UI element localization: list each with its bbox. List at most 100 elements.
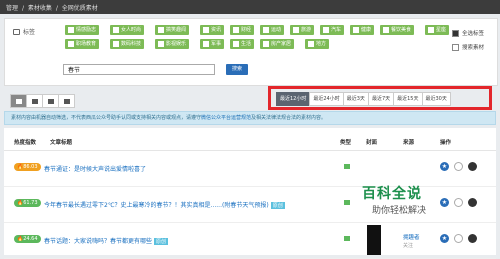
checkbox-icon: [68, 41, 74, 47]
tag-label: 女人时尚: [121, 27, 142, 33]
image-type-icon: [344, 164, 350, 169]
image-icon: [47, 98, 54, 104]
tag-checkbox[interactable]: 数码科技: [110, 39, 145, 49]
checkbox-icon: [452, 43, 459, 51]
original-badge: 原创: [270, 202, 285, 209]
checkbox-icon: [263, 27, 269, 33]
row-actions: ★: [440, 234, 477, 243]
tag-checkbox[interactable]: 房产家居: [260, 39, 295, 49]
score-badge: 🔥61.73: [14, 199, 41, 207]
tag-label: 情感励志: [76, 27, 97, 33]
original-badge: 原创: [154, 238, 169, 245]
notice-text: 素材内容由机器自动筛选，不代表西瓜公众号助手认同或支持相关内容或观点，请遵守: [11, 115, 202, 121]
checkbox-icon: [113, 27, 119, 33]
tag-label: 资讯: [211, 27, 222, 33]
tag-checkbox[interactable]: 健康: [350, 25, 375, 35]
col-header-score: 热度指数: [14, 140, 37, 146]
tags-label: 标签: [23, 29, 36, 36]
tag-label: 汽车: [331, 27, 342, 33]
tag-checkbox[interactable]: 女人时尚: [110, 25, 145, 35]
watermark-main: 百科全说: [362, 186, 422, 202]
tag-checkbox[interactable]: 生活: [230, 39, 255, 49]
tag-label: 餐饮美食: [391, 27, 412, 33]
keyword-input[interactable]: 春节: [63, 64, 215, 75]
score-badge: 🔥24.64: [14, 235, 41, 243]
favorite-icon[interactable]: ★: [440, 234, 449, 243]
favorite-icon[interactable]: ★: [440, 162, 449, 171]
table-row: 🔥24.64 春节话题：大家说嗨吗？春节都更有哪些 原创 拥趣者 关注 ★: [4, 222, 496, 259]
tag-checkbox[interactable]: 地方: [305, 39, 330, 49]
tag-label: 影视娱乐: [166, 41, 187, 47]
article-table: 热度指数 文章标题 类型 封面 来源 操作 🔥86.03 春节通证：是时候大声说…: [4, 128, 496, 259]
block-icon[interactable]: [454, 234, 463, 243]
tag-icon: [13, 28, 20, 35]
checkbox-icon: [263, 41, 269, 47]
list-icon: [15, 98, 22, 104]
source-follow[interactable]: 关注: [403, 242, 413, 249]
block-icon[interactable]: [454, 162, 463, 171]
article-title-link[interactable]: 今年春节最长遇过零下2℃？史上最寒冷的春节？！其实真相是......(附春节天气…: [44, 200, 285, 209]
checkbox-icon: [452, 29, 459, 37]
tag-label: 数码科技: [121, 41, 142, 47]
article-title-link[interactable]: 春节话题：大家说嗨吗？春节都更有哪些 原创: [44, 236, 169, 245]
tag-checkbox[interactable]: 搞笑趣闻: [155, 25, 190, 35]
favorite-icon[interactable]: ★: [440, 198, 449, 207]
tag-checkbox[interactable]: 军事: [200, 39, 225, 49]
select-all-checkbox[interactable]: 全选标签: [452, 29, 484, 37]
col-header-type: 类型: [340, 140, 352, 146]
tag-checkbox[interactable]: 汽车: [320, 25, 345, 35]
tag-checkbox[interactable]: 情感励志: [65, 25, 100, 35]
checkbox-icon: [158, 41, 164, 47]
checkbox-icon: [293, 27, 299, 33]
source-name[interactable]: 拥趣者: [403, 233, 420, 241]
tag-checkbox[interactable]: 职场教育: [65, 39, 100, 49]
tag-checkbox[interactable]: 餐饮美食: [380, 25, 415, 35]
checkbox-icon: [203, 41, 209, 47]
article-title-link[interactable]: 春节通证：是时候大声说出爱情啦喜了: [44, 164, 146, 173]
image-view-tab[interactable]: [42, 94, 59, 108]
row-actions: ★: [440, 198, 477, 207]
checkbox-icon: [233, 41, 239, 47]
notice-bar: 素材内容由机器自动筛选，不代表西瓜公众号助手认同或支持相关内容或观点，请遵守微信…: [4, 111, 496, 125]
tag-checkbox[interactable]: 旅游: [290, 25, 315, 35]
checkbox-icon: [203, 27, 209, 33]
comment-icon[interactable]: [468, 162, 477, 171]
document-view-tab[interactable]: [26, 94, 43, 108]
tag-label: 旅游: [301, 27, 312, 33]
score-badge: 🔥86.03: [14, 163, 41, 171]
video-icon: [63, 98, 70, 104]
search-button[interactable]: 搜索: [226, 64, 248, 75]
checkbox-icon: [383, 27, 389, 33]
row-actions: ★: [440, 162, 477, 171]
notice-link[interactable]: 微信公众平台运营规范: [201, 115, 251, 121]
search-material-option[interactable]: 搜索素材: [452, 43, 484, 51]
tag-label: 星座: [436, 27, 447, 33]
tag-label: 职场教育: [76, 41, 97, 47]
list-view-tab[interactable]: [10, 94, 27, 108]
filter-panel: 标签 情感励志 女人时尚 搞笑趣闻 资讯 财经 运动 旅游 汽车 健康 餐饮美食 星座职场教育 数码科…: [4, 18, 498, 86]
tag-checkbox[interactable]: 运动: [260, 25, 285, 35]
breadcrumb-separator: /: [55, 5, 58, 12]
checkbox-icon: [428, 27, 434, 33]
video-view-tab[interactable]: [58, 94, 75, 108]
tag-checkbox[interactable]: 星座: [425, 25, 450, 35]
table-row: 🔥86.03 春节通证：是时候大声说出爱情啦喜了 ★: [4, 150, 496, 187]
tag-checkbox[interactable]: 资讯: [200, 25, 225, 35]
comment-icon[interactable]: [468, 198, 477, 207]
notice-tail: 及相关法律法规合法的素材内容。: [251, 115, 327, 121]
col-header-cover: 封面: [366, 140, 378, 146]
comment-icon[interactable]: [468, 234, 477, 243]
breadcrumb-item[interactable]: 素材收集: [28, 5, 52, 12]
tag-label: 财经: [241, 27, 252, 33]
col-header-source: 来源: [403, 140, 415, 146]
tag-label: 健康: [361, 27, 372, 33]
breadcrumb-item[interactable]: 管理: [6, 5, 18, 12]
tag-checkbox[interactable]: 影视娱乐: [155, 39, 190, 49]
cover-thumbnail[interactable]: [367, 225, 381, 255]
tag-checkbox[interactable]: 财经: [230, 25, 255, 35]
select-all-label: 全选标签: [462, 31, 485, 37]
col-header-title: 文章标题: [50, 140, 73, 146]
block-icon[interactable]: [454, 198, 463, 207]
tag-label: 搞笑趣闻: [166, 27, 187, 33]
search-material-label: 搜索素材: [462, 45, 485, 51]
